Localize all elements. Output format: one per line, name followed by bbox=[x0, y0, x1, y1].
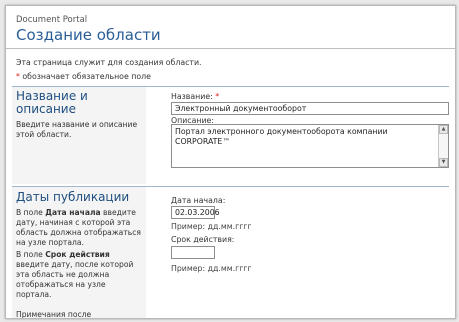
start-date-help: В поле Дата начала введите дату, начиная… bbox=[16, 208, 141, 247]
name-label: Название: * bbox=[171, 92, 220, 101]
page-description: Эта страница служит для создания области… bbox=[16, 58, 202, 67]
scroll-down-icon[interactable]: ▼ bbox=[439, 158, 448, 167]
start-date-input[interactable]: 02.03.2006 bbox=[171, 206, 220, 219]
name-input[interactable]: Электронный документооборот bbox=[171, 102, 449, 115]
description-textarea[interactable]: Портал электронного документооборота ком… bbox=[171, 124, 449, 168]
required-note-line: * обозначает обязательное поле bbox=[16, 72, 151, 81]
expiry-date-input[interactable] bbox=[171, 246, 215, 259]
notes-cut-text: Примечания после bbox=[16, 310, 92, 319]
description-text: Портал электронного документооборота ком… bbox=[175, 127, 388, 146]
start-date-label: Дата начала: bbox=[171, 196, 226, 205]
page-header: Document Portal Создание области bbox=[6, 6, 455, 49]
page-title: Создание области bbox=[16, 26, 161, 44]
expiry-date-hint: Пример: дд.мм.гггг bbox=[171, 264, 252, 273]
required-asterisk: * bbox=[16, 72, 20, 81]
required-note: обозначает обязательное поле bbox=[22, 72, 151, 81]
expiry-date-label: Срок действия: bbox=[171, 235, 235, 244]
section-name-description: Введите название и описание этой области… bbox=[16, 120, 138, 139]
start-date-hint: Пример: дд.мм.гггг bbox=[171, 222, 252, 231]
required-asterisk: * bbox=[215, 92, 220, 101]
portal-brand: Document Portal bbox=[16, 15, 88, 25]
scroll-up-icon[interactable]: ▲ bbox=[439, 125, 448, 134]
portal-window: Document Portal Создание области Эта стр… bbox=[5, 5, 456, 319]
expiry-date-help: В поле Срок действия введите дату, после… bbox=[16, 250, 134, 299]
section-dates-title: Даты публикации bbox=[16, 190, 130, 204]
description-scrollbar[interactable]: ▲ ▼ bbox=[438, 125, 448, 167]
section-name-title: Название и описание bbox=[16, 89, 88, 116]
